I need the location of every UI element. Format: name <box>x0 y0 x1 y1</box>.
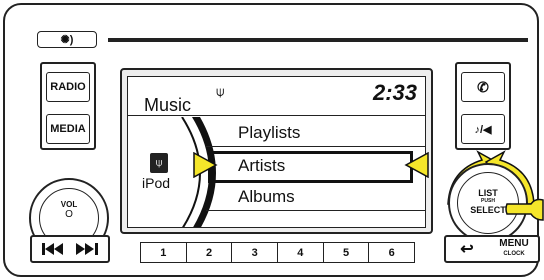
day-night-icon: ✺) <box>60 34 74 46</box>
list-divider <box>206 210 425 211</box>
ipod-icon: ⍦ <box>150 153 168 173</box>
power-icon: O <box>65 209 73 220</box>
device-label: iPod <box>142 175 171 191</box>
preset-button-3[interactable]: 3 <box>232 242 279 263</box>
cd-slot <box>108 38 528 42</box>
clock: 2:33 <box>372 80 417 105</box>
header-divider <box>128 115 425 116</box>
preset-button-2[interactable]: 2 <box>186 242 233 263</box>
voice-button[interactable]: ♪/◀ <box>461 114 505 144</box>
screen-title: Music <box>144 95 192 115</box>
usb-icon: ⍦ <box>216 83 225 99</box>
radio-button[interactable]: RADIO <box>46 72 90 102</box>
seek-forward-icon <box>76 243 98 255</box>
list-item-playlists[interactable]: Playlists <box>238 123 300 143</box>
list-item-albums[interactable]: Albums <box>238 187 295 207</box>
seek-back-button[interactable] <box>38 238 68 260</box>
day-night-button[interactable]: ✺) <box>37 31 97 48</box>
press-indicator-icon <box>505 198 544 221</box>
selection-arrow-right-icon <box>404 152 429 178</box>
preset-bar: 1 2 3 4 5 6 <box>140 242 416 263</box>
preset-button-5[interactable]: 5 <box>323 242 370 263</box>
back-button[interactable]: ↩ <box>448 238 486 260</box>
preset-button-6[interactable]: 6 <box>369 242 416 263</box>
back-arrow-icon: ↩ <box>460 241 474 258</box>
phone-button[interactable]: ✆ <box>461 72 505 102</box>
list-divider <box>206 146 425 147</box>
preset-button-1[interactable]: 1 <box>140 242 187 263</box>
menu-label: MENU <box>499 238 529 249</box>
vol-label: VOL <box>60 200 78 209</box>
phone-icon: ✆ <box>477 78 489 95</box>
menu-button[interactable]: MENU CLOCK <box>492 238 536 260</box>
media-button[interactable]: MEDIA <box>46 114 90 144</box>
voice-icon: ♪/◀ <box>474 123 492 136</box>
seek-back-icon <box>42 243 63 255</box>
preset-button-4[interactable]: 4 <box>278 242 324 263</box>
selection-arrow-left-icon <box>193 152 218 178</box>
display-screen: Music ⍦ 2:33 ⍦ iPod Playlists Artists Al… <box>127 76 426 228</box>
seek-forward-button[interactable] <box>72 238 102 260</box>
clock-label: CLOCK <box>503 251 525 257</box>
list-item-artists[interactable]: Artists <box>238 156 285 176</box>
